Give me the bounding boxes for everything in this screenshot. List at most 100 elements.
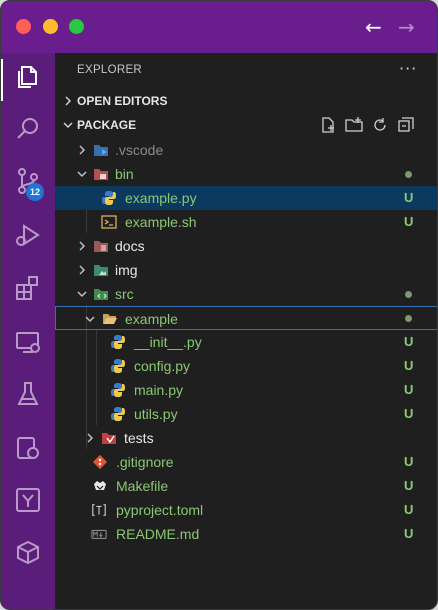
folder-open-icon xyxy=(103,314,117,324)
chevron-right-icon xyxy=(87,433,94,443)
file-label: main.py xyxy=(134,382,184,398)
untracked-status: U xyxy=(404,334,414,349)
tree-file-pyproject-toml[interactable]: pyproject.toml U xyxy=(55,498,437,522)
file-label: README.md xyxy=(116,526,200,542)
extensions-icon[interactable] xyxy=(13,273,43,303)
tree-file-config-py[interactable]: config.py U xyxy=(55,354,437,378)
tree-folder-img[interactable]: img xyxy=(55,258,437,282)
modified-dot xyxy=(405,171,412,178)
tree-file-init-py[interactable]: __init__.py U xyxy=(55,330,437,354)
tree-file-makefile[interactable]: Makefile U xyxy=(55,474,437,498)
title-bar: ← → xyxy=(1,1,437,53)
more-actions-button[interactable]: ··· xyxy=(399,59,417,78)
python-icon xyxy=(111,383,125,397)
bin-folder-icon xyxy=(94,169,108,180)
file-label: example xyxy=(125,311,178,327)
refresh-icon[interactable] xyxy=(371,116,389,134)
activity-bar: 12 xyxy=(1,53,55,609)
file-label: example.py xyxy=(125,190,197,206)
chevron-right-icon xyxy=(79,265,86,275)
arrow-right-icon[interactable]: → xyxy=(398,13,415,41)
tree-folder-tests[interactable]: tests xyxy=(55,426,437,450)
tree-file-main-py[interactable]: main.py U xyxy=(55,378,437,402)
collapse-all-icon[interactable] xyxy=(397,116,415,134)
vscode-folder-icon xyxy=(94,145,108,156)
untracked-status: U xyxy=(404,526,414,541)
file-label: img xyxy=(115,262,138,278)
run-debug-icon[interactable] xyxy=(13,220,43,250)
shell-icon xyxy=(101,215,117,229)
arrow-left-icon[interactable]: ← xyxy=(365,13,382,41)
file-label: bin xyxy=(115,166,134,182)
chevron-right-icon xyxy=(65,96,72,106)
minimize-window-button[interactable] xyxy=(43,19,58,34)
tree-folder-docs[interactable]: docs xyxy=(55,234,437,258)
section-actions xyxy=(319,114,429,136)
branch-graph-icon[interactable] xyxy=(13,485,43,515)
modified-dot xyxy=(405,315,412,322)
file-label: docs xyxy=(115,238,145,254)
file-label: src xyxy=(115,286,134,302)
tests-folder-icon xyxy=(102,433,116,444)
untracked-status: U xyxy=(404,382,414,397)
tree-folder-src[interactable]: src xyxy=(55,282,437,306)
section-label: OPEN EDITORS xyxy=(77,94,168,108)
zoom-window-button[interactable] xyxy=(69,19,84,34)
tree-file-utils-py[interactable]: utils.py U xyxy=(55,402,437,426)
package-section[interactable]: PACKAGE xyxy=(55,114,437,136)
makefile-icon xyxy=(94,481,106,490)
untracked-status: U xyxy=(404,358,414,373)
beaker-icon[interactable] xyxy=(13,379,43,409)
tree-file-gitignore[interactable]: .gitignore U xyxy=(55,450,437,474)
search-icon[interactable] xyxy=(13,114,43,144)
file-label: __init__.py xyxy=(134,334,202,350)
files-icon[interactable] xyxy=(13,62,43,92)
file-label: config.py xyxy=(134,358,191,374)
untracked-status: U xyxy=(404,454,414,469)
gitlens-icon[interactable] xyxy=(13,433,43,463)
file-label: .vscode xyxy=(115,142,164,158)
file-label: pyproject.toml xyxy=(116,502,204,518)
file-label: .gitignore xyxy=(116,454,174,470)
file-label: Makefile xyxy=(116,478,169,494)
python-icon xyxy=(111,359,125,373)
section-label: PACKAGE xyxy=(77,118,137,132)
sidebar-title: EXPLORER xyxy=(77,64,143,76)
file-label: example.sh xyxy=(125,214,197,230)
chevron-down-icon xyxy=(85,316,95,323)
git-icon xyxy=(92,454,108,470)
chevron-down-icon xyxy=(77,291,87,298)
new-folder-icon[interactable] xyxy=(345,116,363,134)
active-indicator xyxy=(1,59,3,101)
untracked-status: U xyxy=(404,502,414,517)
open-editors-section[interactable]: OPEN EDITORS xyxy=(55,90,437,112)
untracked-status: U xyxy=(404,406,414,421)
tree-file-readme-md[interactable]: README.md U xyxy=(55,522,437,546)
chevron-right-icon xyxy=(79,145,86,155)
modified-dot xyxy=(405,291,412,298)
python-icon xyxy=(111,335,125,349)
remote-explorer-icon[interactable] xyxy=(13,327,43,357)
chevron-right-icon xyxy=(79,241,86,251)
new-file-icon[interactable] xyxy=(319,116,337,134)
tree-folder-vscode[interactable]: .vscode xyxy=(55,138,437,162)
untracked-status: U xyxy=(404,478,414,493)
tree-folder-bin[interactable]: bin xyxy=(55,162,437,186)
file-label: utils.py xyxy=(134,406,178,422)
file-label: tests xyxy=(124,430,154,446)
vscode-window: ← → 12 EXPLORER ··· OPEN EDITORS PACKAGE… xyxy=(0,0,438,610)
tree-folder-example[interactable]: example xyxy=(55,306,437,330)
python-icon xyxy=(102,191,116,205)
untracked-status: U xyxy=(404,214,414,229)
scm-badge: 12 xyxy=(26,183,44,201)
toml-icon xyxy=(92,504,106,516)
untracked-status: U xyxy=(404,190,414,205)
chevron-down-icon xyxy=(63,122,73,129)
src-folder-icon xyxy=(94,289,108,300)
python-icon xyxy=(111,407,125,421)
tree-file-example-py[interactable]: example.py U xyxy=(55,186,437,210)
container-icon[interactable] xyxy=(13,537,43,567)
chevron-down-icon xyxy=(77,171,87,178)
close-window-button[interactable] xyxy=(16,19,31,34)
tree-file-example-sh[interactable]: example.sh U xyxy=(55,210,437,234)
